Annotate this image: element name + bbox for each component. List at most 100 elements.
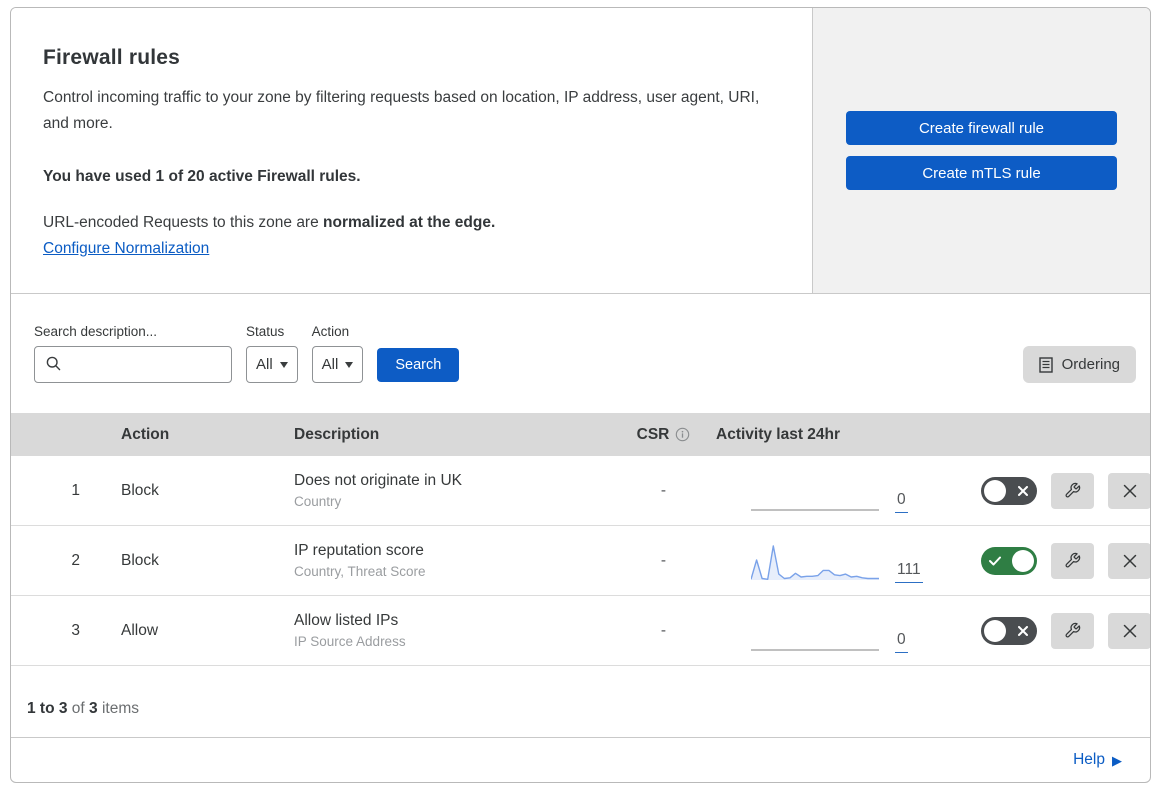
header-description: Description — [294, 425, 380, 443]
close-icon — [1123, 484, 1136, 497]
search-input[interactable] — [34, 346, 232, 383]
page-description: Control incoming traffic to your zone by… — [43, 89, 760, 132]
action-filter-group: Action All — [311, 324, 364, 383]
x-icon — [1018, 625, 1028, 636]
table-row: 1 Block Does not originate in UK Country… — [11, 456, 1150, 526]
toggle-knob — [984, 479, 1006, 502]
rule-criteria: IP Source Address — [294, 634, 406, 649]
delete-rule-button[interactable] — [1108, 612, 1150, 649]
status-filter-group: Status All — [246, 324, 298, 383]
rule-description: IP reputation score — [294, 542, 424, 559]
rule-activity-cell: 0 — [716, 611, 971, 653]
normalization-note: URL-encoded Requests to this zone are no… — [43, 214, 772, 232]
chevron-down-icon — [345, 361, 354, 368]
rule-controls — [971, 612, 1150, 649]
chevron-down-icon — [279, 361, 288, 368]
rule-description-cell: Allow listed IPs IP Source Address — [284, 612, 611, 649]
activity-sparkline — [751, 648, 879, 651]
usage-summary: You have used 1 of 20 active Firewall ru… — [43, 168, 361, 185]
action-label: Action — [311, 324, 350, 339]
x-icon — [1018, 485, 1028, 496]
rule-description: Does not originate in UK — [294, 472, 463, 489]
rule-enabled-toggle[interactable] — [981, 476, 1037, 505]
rule-action: Block — [121, 481, 159, 499]
wrench-icon — [1065, 482, 1081, 498]
rule-controls — [971, 542, 1150, 579]
check-icon — [989, 556, 1001, 565]
create-firewall-rule-button[interactable]: Create firewall rule — [846, 111, 1117, 145]
rule-csr: - — [660, 551, 667, 569]
configure-normalization-link[interactable]: Configure Normalization — [43, 240, 209, 258]
rule-enabled-toggle[interactable] — [981, 616, 1037, 645]
edit-rule-button[interactable] — [1051, 612, 1094, 649]
table-row: 2 Block IP reputation score Country, Thr… — [11, 526, 1150, 596]
delete-rule-button[interactable] — [1108, 472, 1150, 509]
activity-sparkline — [751, 508, 879, 511]
rule-description-cell: Does not originate in UK Country — [284, 472, 611, 509]
intro-card: Firewall rules Control incoming traffic … — [11, 8, 813, 293]
close-icon — [1123, 624, 1136, 637]
action-value: All — [321, 356, 339, 373]
rule-activity-cell: 111 — [716, 541, 971, 583]
rule-csr: - — [660, 621, 667, 639]
toggle-knob — [1012, 549, 1034, 572]
rule-description-cell: IP reputation score Country, Threat Scor… — [284, 542, 611, 579]
rule-action: Allow — [121, 621, 159, 639]
status-dropdown[interactable]: All — [246, 346, 298, 383]
rule-number: 1 — [71, 481, 80, 499]
help-bar: Help ▶ — [11, 738, 1150, 782]
pagination-summary: 1 to 3 of 3 items — [27, 700, 139, 717]
rule-criteria: Country, Threat Score — [294, 564, 426, 579]
rule-number: 3 — [71, 621, 80, 639]
wrench-icon — [1065, 622, 1081, 638]
ordering-list-icon — [1038, 356, 1053, 373]
wrench-icon — [1065, 552, 1081, 568]
help-link[interactable]: Help ▶ — [1073, 751, 1122, 769]
header-action: Action — [121, 425, 170, 443]
activity-count-link[interactable]: 111 — [895, 561, 923, 583]
activity-sparkline — [751, 544, 879, 580]
rule-enabled-toggle[interactable] — [981, 546, 1037, 575]
ordering-button[interactable]: Ordering — [1022, 346, 1136, 383]
rule-action: Block — [121, 551, 159, 569]
delete-rule-button[interactable] — [1108, 542, 1150, 579]
create-mtls-rule-button[interactable]: Create mTLS rule — [846, 156, 1117, 190]
csr-label: CSR — [636, 425, 670, 443]
status-value: All — [256, 356, 273, 373]
filter-bar: Search description... Status All Action — [11, 294, 1150, 413]
rule-activity-cell: 0 — [716, 471, 971, 513]
page: Firewall rules Control incoming traffic … — [0, 0, 1161, 790]
info-icon[interactable] — [675, 427, 690, 442]
search-box — [34, 346, 232, 383]
help-label: Help — [1073, 751, 1105, 768]
toggle-knob — [984, 619, 1006, 642]
rule-controls — [971, 472, 1150, 509]
search-label: Search description... — [34, 324, 158, 339]
edit-rule-button[interactable] — [1051, 542, 1094, 579]
page-title: Firewall rules — [43, 46, 181, 69]
rule-csr: - — [660, 481, 667, 499]
search-group: Search description... — [34, 324, 232, 383]
header-csr: CSR — [611, 426, 716, 444]
table-row: 3 Allow Allow listed IPs IP Source Addre… — [11, 596, 1150, 666]
edit-rule-button[interactable] — [1051, 472, 1094, 509]
search-icon — [46, 356, 61, 371]
rule-criteria: Country — [294, 494, 342, 509]
activity-count-link[interactable]: 0 — [895, 631, 908, 653]
firewall-rules-panel: Firewall rules Control incoming traffic … — [10, 7, 1151, 783]
top-section: Firewall rules Control incoming traffic … — [11, 8, 1150, 294]
rule-number: 2 — [71, 551, 80, 569]
header-activity: Activity last 24hr — [716, 425, 841, 443]
normalization-bold: normalized at the edge. — [323, 214, 496, 231]
table-header: Action Description CSR Activity last 24h… — [11, 413, 1150, 456]
search-button[interactable]: Search — [377, 348, 460, 382]
status-label: Status — [246, 324, 285, 339]
ordering-label: Ordering — [1061, 356, 1120, 373]
rule-description: Allow listed IPs — [294, 612, 399, 629]
normalization-text: URL-encoded Requests to this zone are — [43, 214, 324, 231]
table-footer: 1 to 3 of 3 items — [11, 666, 1150, 738]
activity-count-link[interactable]: 0 — [895, 491, 908, 513]
close-icon — [1123, 554, 1136, 567]
action-dropdown[interactable]: All — [311, 346, 364, 383]
arrow-right-icon: ▶ — [1112, 752, 1122, 768]
